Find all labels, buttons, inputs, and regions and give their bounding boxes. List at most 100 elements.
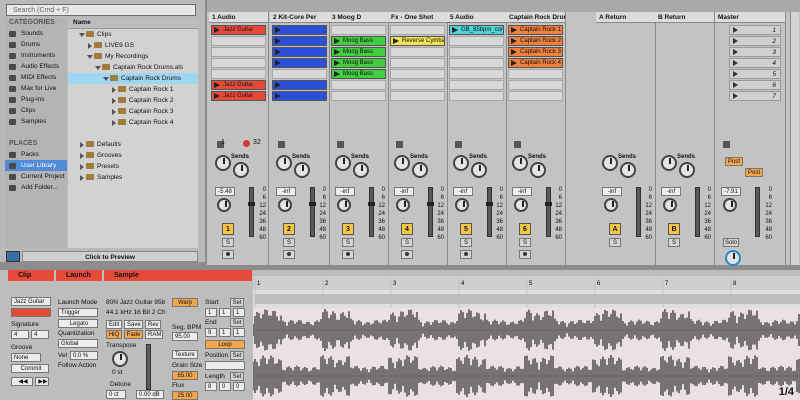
place-item[interactable]: User Library — [5, 160, 67, 171]
category-item[interactable]: Instruments — [5, 50, 67, 61]
track-volume-field[interactable]: -inf — [276, 187, 296, 196]
empty-clip-slot[interactable] — [390, 58, 445, 68]
clip-slot[interactable] — [272, 25, 327, 35]
reverse-button[interactable]: Rev — [145, 320, 161, 329]
send-knob[interactable] — [679, 162, 695, 178]
scene-launch-button[interactable]: 1 — [729, 25, 781, 35]
pan-knob[interactable] — [217, 198, 231, 212]
empty-clip-slot[interactable] — [508, 80, 563, 90]
clip-play-icon[interactable] — [334, 60, 340, 66]
scene-play-icon[interactable] — [733, 60, 738, 66]
track-title[interactable]: 2 Kit-Core Per — [270, 12, 329, 23]
length-bar-field[interactable]: 8 — [205, 382, 217, 391]
clip-stop-icon[interactable] — [337, 141, 344, 148]
pan-knob[interactable] — [663, 198, 677, 212]
stop-all-clips-icon[interactable] — [723, 141, 730, 148]
empty-clip-slot[interactable] — [211, 58, 266, 68]
clip-slot[interactable]: Moog Bass — [331, 47, 386, 57]
expand-arrow-icon[interactable] — [80, 153, 84, 159]
clip-stop-icon[interactable] — [396, 141, 403, 148]
empty-clip-slot[interactable] — [331, 80, 386, 90]
time-ruler[interactable] — [253, 276, 800, 290]
clip-play-icon[interactable] — [275, 82, 281, 88]
return-track-title[interactable]: B Return — [655, 12, 714, 23]
expand-arrow-icon[interactable] — [103, 77, 109, 81]
commit-button[interactable]: Commit — [11, 364, 49, 373]
pan-knob[interactable] — [337, 198, 351, 212]
send-knob[interactable] — [335, 155, 351, 171]
return-volume-field[interactable]: -inf — [661, 187, 681, 196]
groove-select[interactable]: None — [11, 353, 41, 362]
scene-launch-button[interactable]: 5 — [729, 69, 781, 79]
clip-gain-field[interactable]: 0.00 dB — [136, 390, 164, 399]
send-knob[interactable] — [453, 155, 469, 171]
post-button[interactable]: Post — [725, 157, 743, 166]
expand-arrow-icon[interactable] — [79, 33, 85, 37]
clip-slot[interactable] — [272, 58, 327, 68]
transpose-knob[interactable] — [112, 351, 128, 367]
track-title[interactable]: 1 Audio — [209, 12, 268, 23]
scene-play-icon[interactable] — [733, 93, 738, 99]
end-beat-field[interactable]: 1 — [219, 328, 231, 337]
scene-launch-button[interactable]: 2 — [729, 36, 781, 46]
solo-button[interactable]: S — [283, 238, 295, 247]
empty-clip-slot[interactable] — [508, 91, 563, 101]
track-title[interactable]: Captain Rock Drums — [506, 12, 565, 23]
ram-button[interactable]: RAM — [145, 330, 163, 339]
arm-button[interactable] — [460, 250, 472, 259]
send-knob[interactable] — [471, 162, 487, 178]
send-knob[interactable] — [602, 155, 618, 171]
file-row[interactable]: Grooves — [68, 150, 198, 161]
pan-knob[interactable] — [455, 198, 469, 212]
flux-field[interactable]: 25.00 — [172, 391, 198, 400]
volume-fader-handle[interactable] — [427, 202, 434, 206]
clip-stop-icon[interactable] — [514, 141, 521, 148]
empty-clip-slot[interactable] — [331, 25, 386, 35]
return-volume-field[interactable]: -inf — [602, 187, 622, 196]
arm-button[interactable] — [283, 250, 295, 259]
volume-fader-handle[interactable] — [486, 202, 493, 206]
category-item[interactable]: Audio Effects — [5, 61, 67, 72]
expand-arrow-icon[interactable] — [112, 98, 116, 104]
start-sixteenth-field[interactable]: 1 — [233, 308, 245, 317]
solo-button[interactable]: S — [342, 238, 354, 247]
track-activator-button[interactable]: 6 — [519, 223, 531, 235]
file-row[interactable] — [68, 128, 198, 139]
empty-clip-slot[interactable] — [211, 69, 266, 79]
clip-slot[interactable]: Captain Rock 4 — [508, 58, 563, 68]
clip-slot[interactable] — [272, 91, 327, 101]
clip-stop-icon[interactable] — [278, 141, 285, 148]
track-activator-button[interactable]: 2 — [283, 223, 295, 235]
scene-play-icon[interactable] — [733, 82, 738, 88]
category-item[interactable]: Samples — [5, 116, 67, 127]
category-item[interactable]: Max for Live — [5, 83, 67, 94]
empty-clip-slot[interactable] — [449, 47, 504, 57]
scene-launch-button[interactable]: 7 — [729, 91, 781, 101]
hiq-button[interactable]: HiQ — [106, 330, 122, 339]
scene-launch-button[interactable]: 4 — [729, 58, 781, 68]
arm-button[interactable] — [222, 250, 234, 259]
clip-slot[interactable]: GB_85bpm_com — [449, 25, 504, 35]
place-item[interactable]: Packs — [5, 149, 67, 160]
position-field[interactable] — [205, 361, 245, 370]
clip-play-icon[interactable] — [214, 27, 220, 33]
category-item[interactable]: MIDI Effects — [5, 72, 67, 83]
clip-slot[interactable]: Moog Bass — [331, 36, 386, 46]
empty-clip-slot[interactable] — [272, 69, 327, 79]
clip-gain-slider[interactable] — [146, 344, 151, 390]
empty-clip-slot[interactable] — [331, 91, 386, 101]
clip-play-icon[interactable] — [393, 38, 399, 44]
track-activator-button[interactable]: 1 — [222, 223, 234, 235]
start-set-button[interactable]: Set — [230, 298, 244, 307]
empty-clip-slot[interactable] — [508, 69, 563, 79]
scene-play-icon[interactable] — [733, 27, 738, 33]
track-title[interactable]: 5 Audio — [447, 12, 506, 23]
volume-fader-handle[interactable] — [545, 202, 552, 206]
clip-stop-icon[interactable] — [455, 141, 462, 148]
fade-button[interactable]: Fade — [124, 330, 143, 339]
empty-clip-slot[interactable] — [390, 25, 445, 35]
clip-slot[interactable]: Moog Bass — [331, 58, 386, 68]
empty-clip-slot[interactable] — [390, 47, 445, 57]
clip-play-icon[interactable] — [275, 38, 281, 44]
clip-slot[interactable]: Reverse Cymbal — [390, 36, 445, 46]
